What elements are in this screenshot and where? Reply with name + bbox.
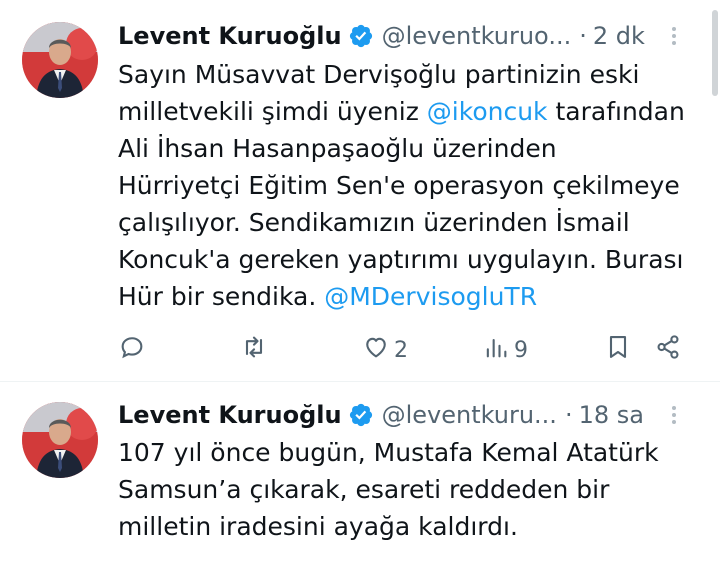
scrollbar[interactable]: [712, 10, 718, 96]
tweet-header: Levent Kuruoğlu @leventkuruo... · 2 dk: [118, 18, 700, 54]
views-icon: [482, 333, 510, 367]
verified-badge-icon: [348, 23, 374, 49]
retweet-icon: [240, 333, 268, 367]
tweet-text-line: Ali İhsan Hasanpaşaoğlu üzerinden: [118, 130, 702, 167]
tweet-text-line: çalışılıyor. Sendikamızın üzerinden İsma…: [118, 204, 702, 241]
like-button[interactable]: 2: [362, 330, 408, 370]
author-handle[interactable]: @leventkuru...: [382, 401, 557, 429]
share-button[interactable]: [654, 330, 682, 370]
tweet-header: Levent Kuruoğlu @leventkuru... · 18 sa: [118, 397, 700, 433]
tweet-text-segment: milletvekili şimdi üyeniz: [118, 97, 427, 126]
views-count: 9: [514, 337, 528, 363]
tweet-text-segment: çalışılıyor. Sendikamızın üzerinden İsma…: [118, 208, 630, 237]
separator-dot: ·: [564, 401, 573, 429]
more-icon[interactable]: [662, 401, 686, 429]
tweet-text-line: milletin iradesini ayağa kaldırdı.: [118, 508, 702, 545]
author-name[interactable]: Levent Kuruoğlu: [118, 401, 342, 429]
timestamp[interactable]: 18 sa: [579, 401, 644, 429]
tweet-text-line: Samsun’a çıkarak, esareti reddeden bir: [118, 471, 702, 508]
separator-dot: ·: [579, 22, 587, 50]
tweet-text: 107 yıl önce bugün, Mustafa Kemal Atatür…: [118, 434, 702, 545]
tweet-text-line: Sayın Müsavvat Dervişoğlu partinizin esk…: [118, 56, 702, 93]
reply-button[interactable]: [118, 330, 150, 370]
tweet-text-segment: Sayın Müsavvat Dervişoğlu partinizin esk…: [118, 60, 640, 89]
tweet[interactable]: Levent Kuruoğlu @leventkuruo... · 2 dk S…: [0, 0, 720, 381]
bookmark-icon: [604, 333, 632, 367]
avatar[interactable]: [22, 22, 98, 98]
views-button[interactable]: 9: [482, 330, 528, 370]
author-name[interactable]: Levent Kuruoğlu: [118, 22, 342, 50]
tweet-text-segment: Koncuk'a gereken yaptırımı uygulayın. Bu…: [118, 245, 684, 274]
tweet-text: Sayın Müsavvat Dervişoğlu partinizin esk…: [118, 56, 702, 315]
tweet-text-line: Hür bir sendika. @MDervisogluTR: [118, 278, 702, 315]
mention-link[interactable]: @ikoncuk: [427, 97, 548, 126]
verified-badge-icon: [348, 402, 374, 428]
tweet-text-line: milletvekili şimdi üyeniz @ikoncuk taraf…: [118, 93, 702, 130]
like-icon: [362, 333, 390, 367]
tweet-text-line: Hürriyetçi Eğitim Sen'e operasyon çekilm…: [118, 167, 702, 204]
mention-link[interactable]: @MDervisogluTR: [324, 282, 537, 311]
timestamp[interactable]: 2 dk: [593, 22, 645, 50]
tweet-text-segment: Ali İhsan Hasanpaşaoğlu üzerinden: [118, 134, 557, 163]
tweet-text-line: 107 yıl önce bugün, Mustafa Kemal Atatür…: [118, 434, 702, 471]
retweet-button[interactable]: [240, 330, 272, 370]
tweet-text-segment: Samsun’a çıkarak, esareti reddeden bir: [118, 475, 610, 504]
tweet-text-segment: 107 yıl önce bugün, Mustafa Kemal Atatür…: [118, 438, 659, 467]
tweet-text-segment: tarafından: [547, 97, 685, 126]
like-count: 2: [394, 337, 408, 363]
tweet[interactable]: Levent Kuruoğlu @leventkuru... · 18 sa 1…: [0, 381, 720, 578]
tweet-text-segment: milletin iradesini ayağa kaldırdı.: [118, 512, 518, 541]
author-handle[interactable]: @leventkuruo...: [382, 22, 572, 50]
tweet-text-segment: Hür bir sendika.: [118, 282, 325, 311]
more-icon[interactable]: [662, 22, 686, 50]
share-icon: [654, 333, 682, 367]
tweet-text-segment: Hürriyetçi Eğitim Sen'e operasyon çekilm…: [118, 171, 680, 200]
avatar[interactable]: [22, 402, 98, 478]
reply-icon: [118, 333, 146, 367]
tweet-text-line: Koncuk'a gereken yaptırımı uygulayın. Bu…: [118, 241, 702, 278]
tweet-actions: 2 9: [118, 330, 690, 370]
bookmark-button[interactable]: [604, 330, 632, 370]
